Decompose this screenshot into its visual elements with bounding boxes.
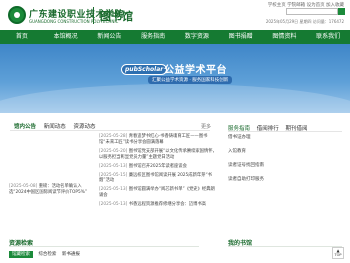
service-item[interactable]: 读者自助打印服务 — [228, 177, 342, 183]
tab-integrated-search[interactable]: 综合检索 — [38, 252, 56, 257]
library-homepage: 广东建设职业技术学院 GUANGDONG CONSTRUCTION POLYTE… — [0, 0, 350, 263]
pubscholar-logo: pubScholar — [121, 64, 168, 75]
nav-item-services[interactable]: 服务指南 — [131, 30, 175, 44]
service-item[interactable]: 读者证号找回指南 — [228, 163, 342, 169]
news-date: [2025-05-20] — [99, 148, 128, 154]
main-nav: 首页 本馆概况 新闻公告 服务指南 数字资源 图书捐赠 图情资料 联系我们 — [0, 30, 350, 44]
banner-wave-decoration — [0, 84, 350, 113]
nav-item-contact[interactable]: 联系我们 — [306, 30, 350, 44]
featured-news-date: [2025-05-08] — [9, 184, 38, 189]
back-to-top-button[interactable]: ▲ TOP — [332, 247, 344, 259]
list-item[interactable]: [2025-05-13] 图书馆召开2025年读者座谈会 — [99, 164, 217, 170]
nav-item-news[interactable]: 新闻公告 — [88, 30, 132, 44]
featured-news[interactable]: [2025-05-08] 重磅：活动名单确认入选“2024中国区国际阅读节评价T… — [9, 184, 97, 195]
resource-search-tabs: 馆藏检索 综合检索 新书通报 — [9, 251, 84, 258]
banner-title: 公益学术平台 — [164, 65, 227, 76]
news-tabs: 馆内公告 新闻动态 资源动态 — [14, 122, 102, 130]
news-list: [2025-05-28] 青春追梦书红心·书香铸魂育工匠——图书馆“未来工匠”读… — [99, 134, 217, 211]
school-emblem-icon[interactable] — [8, 6, 26, 24]
news-divider — [10, 130, 210, 131]
service-list: 借书证办理 入馆教育 读者证号找回指南 读者自助打印服务 — [228, 135, 342, 191]
my-library-divider — [228, 246, 342, 247]
list-item[interactable]: [2025-05-28] 青春追梦书红心·书香铸魂育工匠——图书馆“未来工匠”读… — [99, 134, 217, 145]
resource-divider — [9, 246, 199, 247]
nav-item-home[interactable]: 首页 — [0, 30, 44, 44]
service-item[interactable]: 入馆教育 — [228, 149, 342, 155]
logo-divider — [93, 7, 94, 24]
news-date: [2025-05-13] — [99, 187, 128, 193]
search-input[interactable] — [286, 8, 338, 15]
list-item[interactable]: [2025-05-13] 图书馆圆满举办“阅芯新书单”《党史》经典朗诵会 — [99, 187, 217, 198]
back-to-top-label: TOP — [334, 253, 342, 257]
news-date: [2025-05-13] — [99, 202, 128, 208]
list-item[interactable]: [2025-05-20] 图书馆党支部开展“以文化传承赓续家国情怀，以服务担当彰… — [99, 149, 217, 160]
date-visits-info: 2025年05月29日 星期四 访问量：176472 — [265, 19, 344, 24]
list-item[interactable]: [2025-05-13] 书香远程资源推荐修缮分享会：迈博书高 — [99, 202, 217, 208]
news-title[interactable]: 书香远程资源推荐修缮分享会：迈博书高 — [129, 202, 206, 207]
library-title[interactable]: 图书馆 — [100, 8, 133, 24]
search-button[interactable] — [338, 8, 345, 15]
site-header: 广东建设职业技术学院 GUANGDONG CONSTRUCTION POLYTE… — [0, 0, 350, 30]
service-item[interactable]: 借书证办理 — [228, 135, 342, 141]
banner-subtitle: 汇聚公益学术资源 · 服务国家科技创新 — [148, 76, 233, 84]
news-title[interactable]: 图书馆召开2025年读者座谈会 — [129, 164, 187, 169]
nav-item-donation[interactable]: 图书捐赠 — [219, 30, 263, 44]
news-date: [2025-05-28] — [99, 134, 128, 139]
tab-new-books[interactable]: 新书通报 — [62, 252, 80, 257]
news-more-link[interactable]: 更多 — [201, 123, 211, 130]
list-item[interactable]: [2025-05-15] 廉远校区图书馆阅读开展 2025成新年芽“书烟”活动 — [99, 173, 217, 184]
nav-item-materials[interactable]: 图情资料 — [263, 30, 307, 44]
tab-catalog-search[interactable]: 馆藏检索 — [9, 251, 33, 258]
nav-item-digital-resources[interactable]: 数字资源 — [175, 30, 219, 44]
news-date: [2025-05-15] — [99, 172, 128, 178]
news-date: [2025-05-13] — [99, 163, 128, 169]
nav-item-about[interactable]: 本馆概况 — [44, 30, 88, 44]
service-divider — [228, 131, 342, 132]
hero-banner[interactable]: pubScholar 公益学术平台 汇聚公益学术资源 · 服务国家科技创新 — [0, 44, 350, 113]
